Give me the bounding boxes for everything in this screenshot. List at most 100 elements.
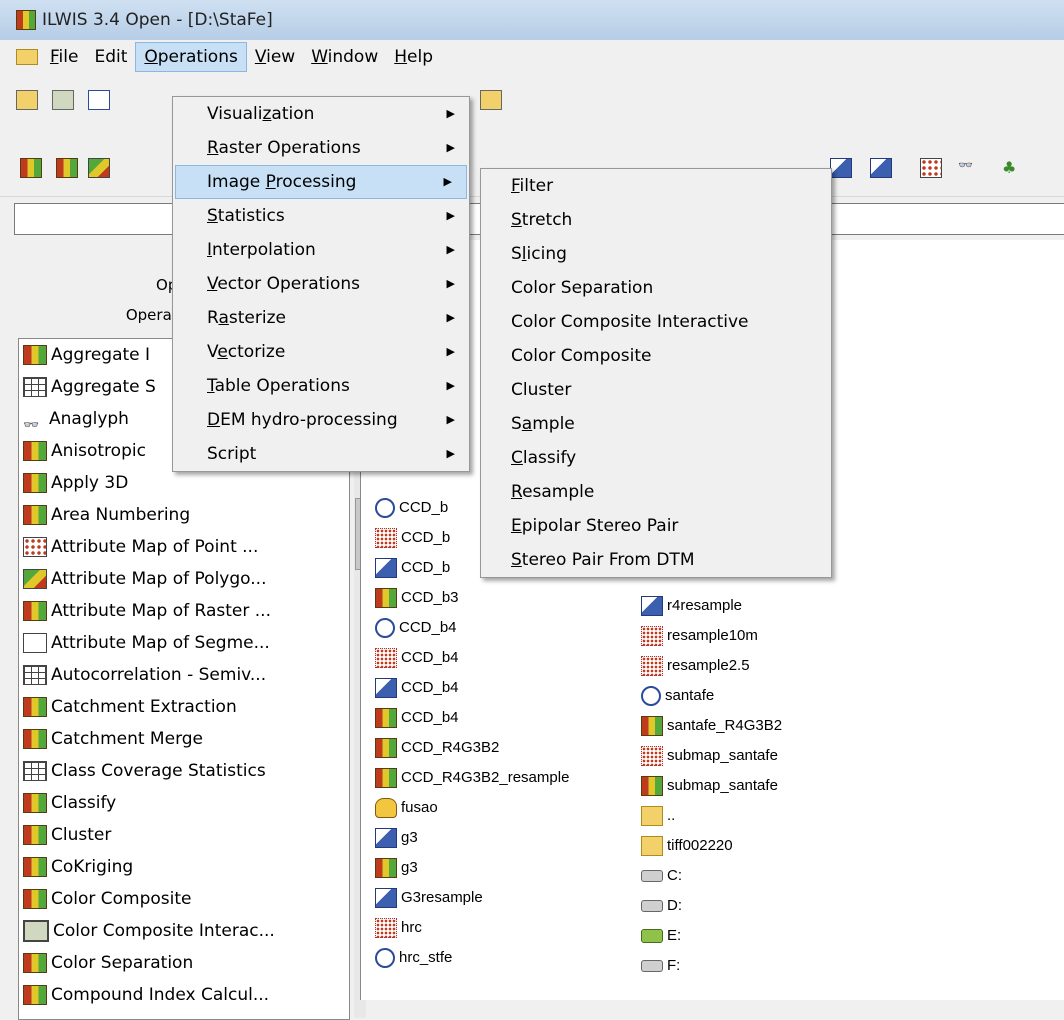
menu-view[interactable]: View xyxy=(247,42,303,72)
operation-label: Aggregate I xyxy=(51,345,151,365)
operation-list-item[interactable]: Classify xyxy=(19,787,349,819)
folder-up-icon[interactable] xyxy=(480,90,502,110)
operation-list-item[interactable]: Cluster xyxy=(19,819,349,851)
menu-window[interactable]: Window xyxy=(303,42,386,72)
catalog-item[interactable]: C: xyxy=(641,861,682,891)
catalog-item[interactable]: CCD_R4G3B2_resample xyxy=(375,763,569,793)
menu-item-raster-operations[interactable]: Raster Operations ▶ xyxy=(173,131,469,165)
operation-list-item[interactable]: Catchment Extraction xyxy=(19,691,349,723)
catalog-item[interactable]: santafe_R4G3B2 xyxy=(641,711,782,741)
menu-operations[interactable]: Operations xyxy=(135,42,247,72)
catalog-item[interactable]: hrc xyxy=(375,913,422,943)
menu-item-cluster[interactable]: Cluster xyxy=(481,373,831,407)
operation-list-item[interactable]: Color Separation xyxy=(19,947,349,979)
menu-item-visualization[interactable]: Visualization ▶ xyxy=(173,97,469,131)
dem-icon[interactable] xyxy=(830,158,852,178)
operation-list-item[interactable]: Catchment Merge xyxy=(19,723,349,755)
menu-edit[interactable]: Edit xyxy=(86,42,135,72)
operation-list-item[interactable]: Class Coverage Statistics xyxy=(19,755,349,787)
dem-visualization-icon[interactable] xyxy=(870,158,892,178)
operation-list-item[interactable]: Area Numbering xyxy=(19,499,349,531)
menu-item-sample[interactable]: Sample xyxy=(481,407,831,441)
catalog-item-label: g3 xyxy=(401,829,418,846)
submenu-arrow-icon: ▶ xyxy=(446,209,455,222)
menu-item-rasterize[interactable]: Rasterize ▶ xyxy=(173,301,469,335)
operation-list-item[interactable]: Attribute Map of Raster ... xyxy=(19,595,349,627)
menu-item-slicing[interactable]: Slicing xyxy=(481,237,831,271)
catalog-item[interactable]: fusao xyxy=(375,793,438,823)
operation-list-item[interactable]: Color Composite Interac... xyxy=(19,915,349,947)
submenu-arrow-icon: ▶ xyxy=(446,447,455,460)
catalog-item[interactable]: CCD_b4 xyxy=(375,613,457,643)
catalog-item[interactable]: g3 xyxy=(375,853,418,883)
catalog-item[interactable]: CCD_b4 xyxy=(375,643,459,673)
catalog-item[interactable]: r4resample xyxy=(641,591,742,621)
point-map-icon[interactable] xyxy=(920,158,942,178)
catalog-item[interactable]: F: xyxy=(641,951,680,981)
catalog-item[interactable]: santafe xyxy=(641,681,714,711)
tree-icon[interactable]: ♣ xyxy=(1002,158,1022,177)
catalog-item[interactable]: CCD_b4 xyxy=(375,673,459,703)
catalog-item[interactable]: g3 xyxy=(375,823,418,853)
menu-item-statistics[interactable]: Statistics ▶ xyxy=(173,199,469,233)
catalog-item-label: D: xyxy=(667,897,682,914)
anaglyph-glasses-icon[interactable]: 👓 xyxy=(958,158,978,176)
menu-item-vector-operations[interactable]: Vector Operations ▶ xyxy=(173,267,469,301)
monitor-icon[interactable] xyxy=(52,90,74,110)
menu-item-label: Vector Operations xyxy=(207,274,361,294)
submenu-arrow-icon: ▶ xyxy=(446,277,455,290)
catalog-item[interactable]: CCD_b4 xyxy=(375,703,459,733)
catalog-item[interactable]: submap_santafe xyxy=(641,771,778,801)
operation-list-item[interactable]: Autocorrelation - Semiv... xyxy=(19,659,349,691)
catalog-item[interactable]: resample10m xyxy=(641,621,758,651)
catalog-item[interactable]: CCD_R4G3B2 xyxy=(375,733,499,763)
menu-item-script[interactable]: Script ▶ xyxy=(173,437,469,471)
menu-item-table-operations[interactable]: Table Operations ▶ xyxy=(173,369,469,403)
polygon-map-icon[interactable] xyxy=(88,158,110,178)
menu-item-epipolar-stereo-pair[interactable]: Epipolar Stereo Pair xyxy=(481,509,831,543)
operation-list-item[interactable]: Attribute Map of Segme... xyxy=(19,627,349,659)
menu-item-resample[interactable]: Resample xyxy=(481,475,831,509)
catalog-item[interactable]: E: xyxy=(641,921,681,951)
menu-item-stretch[interactable]: Stretch xyxy=(481,203,831,237)
operation-list-item[interactable]: Attribute Map of Point ... xyxy=(19,531,349,563)
operation-list-item[interactable]: Attribute Map of Polygo... xyxy=(19,563,349,595)
menu-item-vectorize[interactable]: Vectorize ▶ xyxy=(173,335,469,369)
operation-label: Catchment Extraction xyxy=(51,697,237,717)
menu-item-color-composite-interactive[interactable]: Color Composite Interactive xyxy=(481,305,831,339)
menu-item-interpolation[interactable]: Interpolation ▶ xyxy=(173,233,469,267)
drive-icon xyxy=(641,900,663,912)
catalog-item[interactable]: .. xyxy=(641,801,675,831)
operation-list-item[interactable]: Color Composite xyxy=(19,883,349,915)
menu-item-dem-hydro-processing[interactable]: DEM hydro-processing ▶ xyxy=(173,403,469,437)
operation-list-item[interactable]: Compound Index Calcul... xyxy=(19,979,349,1011)
catalog-item[interactable]: tiff002220 xyxy=(641,831,733,861)
menu-item-image-processing[interactable]: Image Processing ▶ xyxy=(175,165,467,199)
catalog-item[interactable]: hrc_stfe xyxy=(375,943,452,973)
menu-item-color-separation[interactable]: Color Separation xyxy=(481,271,831,305)
operation-list-item[interactable]: CoKriging xyxy=(19,851,349,883)
raster-icon xyxy=(23,953,47,973)
raster-icon xyxy=(23,857,47,877)
menu-item-filter[interactable]: Filter xyxy=(481,169,831,203)
catalog-item[interactable]: D: xyxy=(641,891,682,921)
menu-item-color-composite[interactable]: Color Composite xyxy=(481,339,831,373)
menu-file[interactable]: File xyxy=(42,42,86,72)
catalog-item[interactable]: CCD_b xyxy=(375,523,450,553)
catalog-item[interactable]: CCD_b xyxy=(375,493,448,523)
raster-map-icon[interactable] xyxy=(56,158,78,178)
menu-help[interactable]: Help xyxy=(386,42,441,72)
info-icon[interactable] xyxy=(88,90,110,110)
menu-item-label: Statistics xyxy=(207,206,285,226)
title-bar: ILWIS 3.4 Open - [D:\StaFe] xyxy=(0,0,1064,40)
catalog-item[interactable]: submap_santafe xyxy=(641,741,778,771)
catalog-item[interactable]: CCD_b3 xyxy=(375,583,459,613)
menu-item-stereo-pair-from-dtm[interactable]: Stereo Pair From DTM xyxy=(481,543,831,577)
catalog-item[interactable]: resample2.5 xyxy=(641,651,750,681)
open-folder-icon[interactable] xyxy=(16,90,38,110)
ilwis-logo-icon[interactable] xyxy=(20,158,42,178)
menu-item-classify[interactable]: Classify xyxy=(481,441,831,475)
operation-label: Attribute Map of Raster ... xyxy=(51,601,271,621)
catalog-item[interactable]: G3resample xyxy=(375,883,483,913)
catalog-item[interactable]: CCD_b xyxy=(375,553,450,583)
